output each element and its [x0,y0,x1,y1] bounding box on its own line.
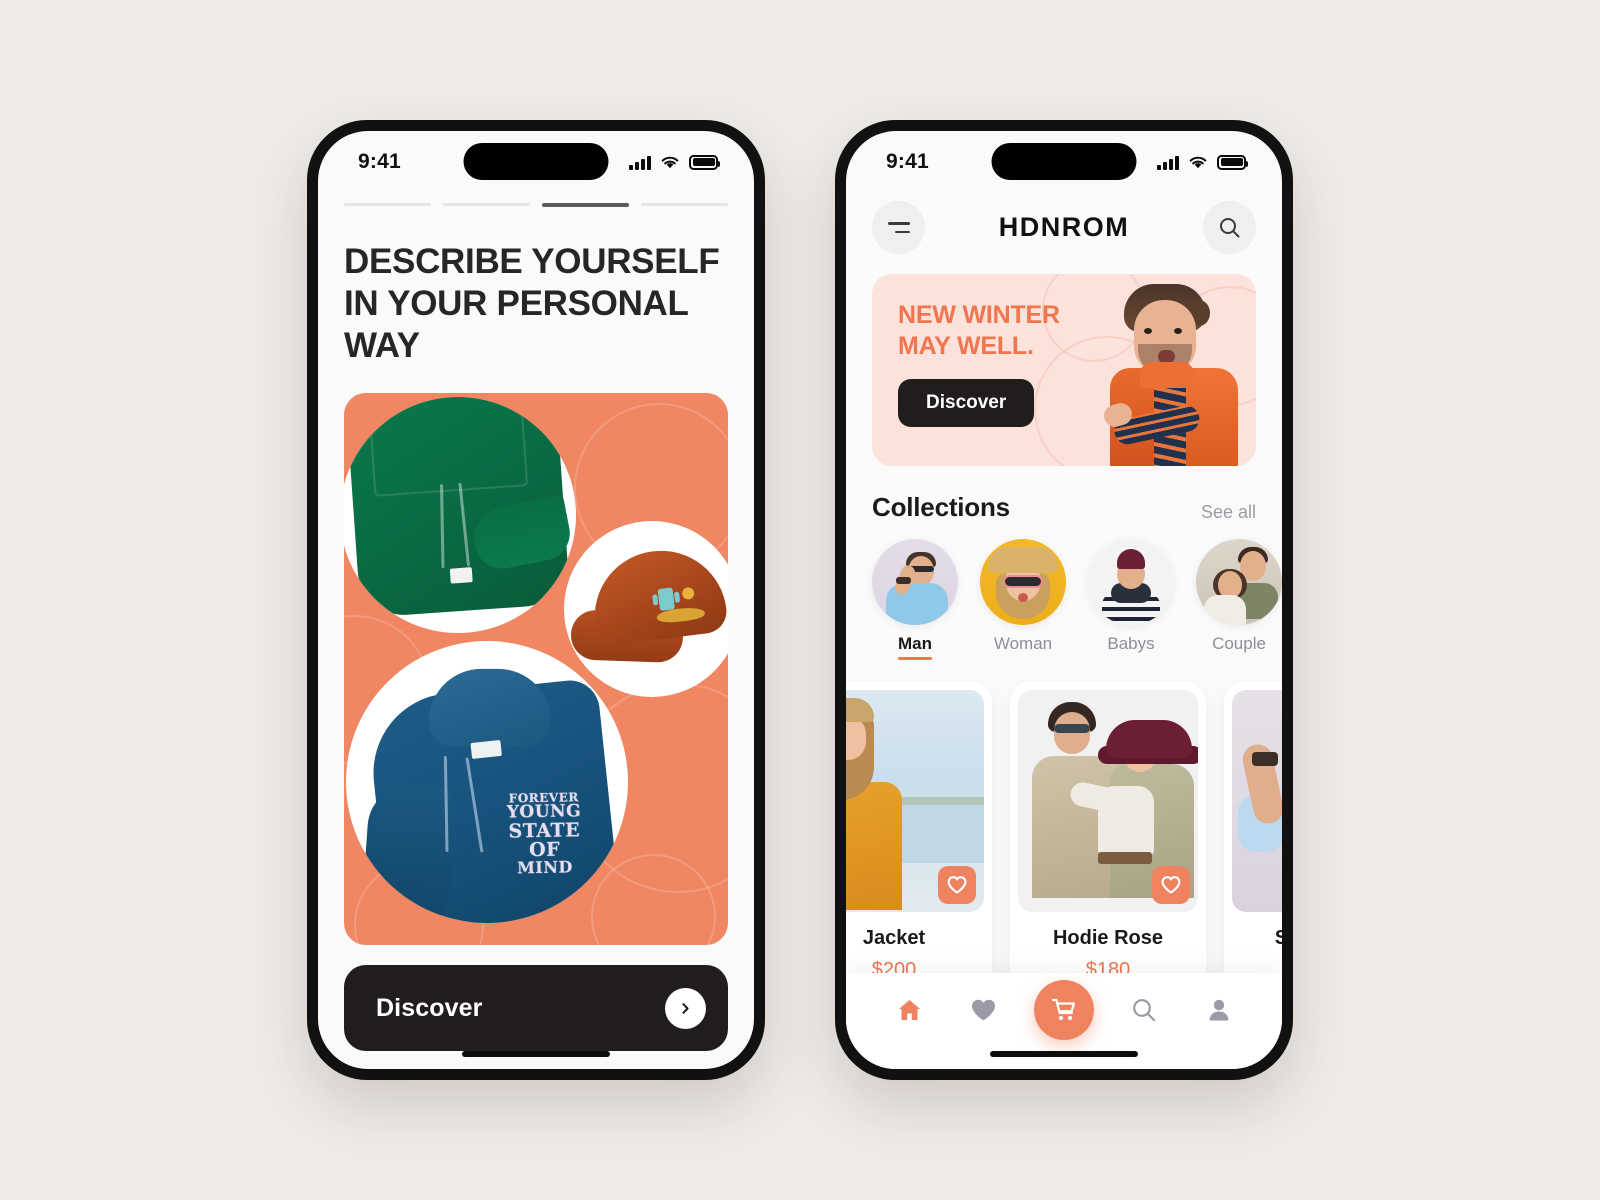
wifi-icon [1189,156,1207,168]
onboarding-content: DESCRIBE YOURSELF IN YOUR PERSONAL WAY F… [318,193,754,1069]
hamburger-menu-icon [887,222,910,233]
home-screen: 9:41 HDNROM NEW WINTER MAY WELL. Discove… [846,131,1282,1069]
status-bar: 9:41 [318,131,754,193]
search-icon [1220,218,1240,238]
heart-icon [947,876,967,894]
collection-label: Man [898,634,932,660]
progress-step-1[interactable] [344,203,431,206]
progress-step-4[interactable] [641,203,728,206]
favorite-button[interactable] [1152,866,1190,904]
menu-button[interactable] [872,201,925,254]
status-time: 9:41 [358,150,401,173]
discover-button[interactable]: Discover [344,965,728,1051]
baby-avatar [1088,539,1174,625]
nav-favorites-button[interactable] [960,986,1008,1034]
status-time: 9:41 [886,150,929,173]
heart-icon [1161,876,1181,894]
phone-onboarding: 9:41 DESCRIBE YOURSELF IN YOUR PERSONAL … [307,120,765,1080]
dynamic-island [991,143,1137,180]
nav-search-button[interactable] [1120,986,1168,1034]
product-name: Hodie Rose [1052,927,1164,949]
collection-item-couple[interactable]: Couple [1196,539,1282,660]
collection-label: Woman [993,634,1053,653]
product-collage: FOREVER YOUNG STATE OF MIND [344,393,728,945]
product-name: Jacket [862,927,926,949]
cellular-signal-icon [1157,155,1179,170]
wifi-icon [661,156,679,168]
hero-banner[interactable]: NEW WINTER MAY WELL. Discover [872,274,1256,466]
chevron-right-icon [665,987,706,1029]
product-image [1018,690,1198,912]
green-hoodie-art [344,397,575,619]
battery-icon [1217,154,1248,170]
blue-hoodie-photo: FOREVER YOUNG STATE OF MIND [346,641,628,923]
cap-art [565,541,728,679]
collection-item-man[interactable]: Man [872,539,958,660]
nav-cart-button[interactable] [1033,980,1094,1040]
collection-item-babys[interactable]: Babys [1088,539,1174,660]
dynamic-island [463,143,609,180]
person-icon [1209,999,1229,1021]
status-icons [1157,154,1248,170]
hero-discover-button[interactable]: Discover [898,379,1035,427]
brand-title: HDNROM [998,212,1130,242]
couple-avatar [1196,539,1282,625]
onboarding-title: DESCRIBE YOURSELF IN YOUR PERSONAL WAY [344,242,720,365]
status-icons [629,154,720,170]
hero-headline-line1: NEW WINTER [898,301,1060,329]
collection-label: Couple [1212,634,1266,653]
home-content: HDNROM NEW WINTER MAY WELL. Discover Col… [846,193,1282,1069]
collection-item-woman[interactable]: Woman [980,539,1066,660]
product-image [846,690,984,912]
discover-button-label: Discover [376,993,483,1022]
brown-cactus-cap-photo [564,521,728,697]
collections-header: Collections See all [846,466,1282,539]
woman-avatar [980,539,1066,625]
hoodie-print: FOREVER YOUNG STATE OF MIND [506,790,582,878]
search-button[interactable] [1203,201,1256,254]
home-icon [898,999,920,1020]
heart-icon [972,999,996,1020]
blue-hoodie-art: FOREVER YOUNG STATE OF MIND [360,668,623,923]
progress-step-3[interactable] [542,203,629,207]
screenshot-stage: 9:41 DESCRIBE YOURSELF IN YOUR PERSONAL … [0,0,1600,1200]
status-bar: 9:41 [846,131,1282,193]
hero-text-block: NEW WINTER MAY WELL. Discover [872,274,1256,427]
collections-list: Man Woman Babys Couple [846,539,1282,660]
battery-icon [689,154,720,170]
onboarding-screen: 9:41 DESCRIBE YOURSELF IN YOUR PERSONAL … [318,131,754,1069]
search-icon [1133,999,1156,1022]
nav-home-button[interactable] [885,986,933,1034]
onboarding-progress [344,203,728,207]
phone-home: 9:41 HDNROM NEW WINTER MAY WELL. Discove… [835,120,1293,1080]
product-name: Shirt Blue [1274,927,1282,949]
man-avatar [872,539,958,625]
favorite-button[interactable] [938,866,976,904]
hero-headline-line2: MAY WELL. [898,331,1034,360]
collections-title: Collections [872,492,1010,522]
cellular-signal-icon [629,155,651,170]
see-all-link[interactable]: See all [1201,502,1256,523]
cart-icon [1051,998,1076,1021]
nav-profile-button[interactable] [1195,986,1243,1034]
progress-step-2[interactable] [443,203,530,206]
home-indicator [990,1051,1138,1057]
app-header: HDNROM [846,193,1282,274]
home-indicator [462,1051,610,1057]
green-hoodie-photo [344,397,576,633]
product-image [1232,690,1282,912]
collection-label: Babys [1107,634,1155,653]
